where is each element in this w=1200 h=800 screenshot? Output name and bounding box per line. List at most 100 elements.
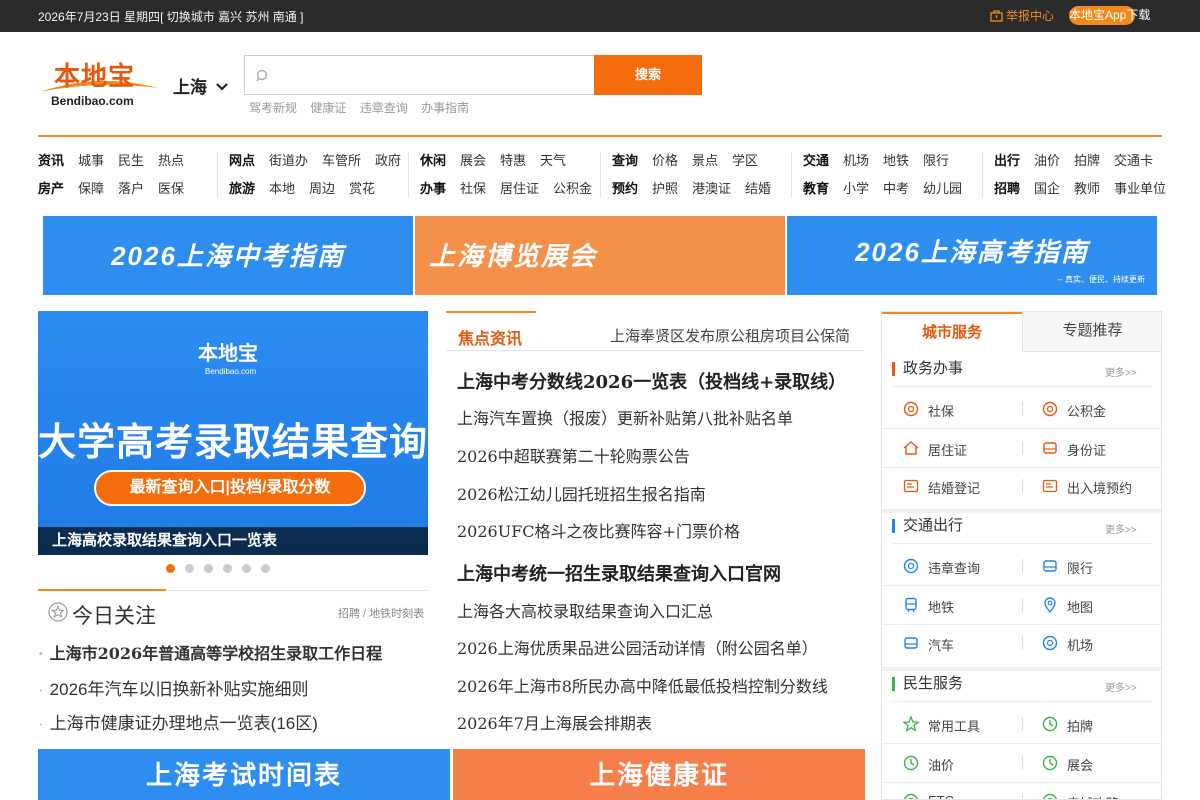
carousel-dot[interactable]: [223, 564, 232, 573]
nav-link[interactable]: 热点: [158, 153, 184, 168]
hot-word-link[interactable]: 违章查询: [360, 101, 408, 115]
search-button[interactable]: 搜索: [594, 55, 702, 95]
nav-link[interactable]: 赏花: [349, 181, 375, 196]
banner-exam-schedule[interactable]: 上海考试时间表: [38, 749, 450, 800]
nav-link[interactable]: 医保: [158, 181, 184, 196]
nav-link[interactable]: 幼儿园: [923, 181, 962, 196]
service-item[interactable]: 违章查询: [902, 557, 1022, 576]
today-more-links[interactable]: 招聘 / 地铁时刻表: [338, 605, 424, 621]
nav-link[interactable]: 展会: [460, 153, 486, 168]
news-item-link[interactable]: 2026年上海市8所民办高中降低最低投档控制分数线: [457, 673, 828, 697]
nav-category-label[interactable]: 房产: [38, 181, 64, 196]
nav-link[interactable]: 周边: [309, 181, 335, 196]
nav-link[interactable]: 交通卡: [1114, 153, 1153, 168]
news-item-link[interactable]: 2026上海优质果品进公园活动详情（附公园名单）: [457, 635, 818, 659]
nav-link[interactable]: 油价: [1034, 153, 1060, 168]
focus-marquee-headline[interactable]: 上海奉贤区发布原公租房项目公保简: [610, 325, 850, 346]
tab-focus-news[interactable]: 焦点资讯: [446, 311, 536, 351]
service-item[interactable]: 公积金: [1041, 400, 1161, 419]
banner-zhongkao-guide[interactable]: 2026上海中考指南: [43, 216, 413, 295]
carousel-caption[interactable]: 上海高校录取结果查询入口一览表: [38, 527, 428, 555]
service-item[interactable]: 结婚登记: [902, 477, 1022, 496]
service-item[interactable]: 展会: [1041, 754, 1161, 773]
today-item-link[interactable]: 上海市2026年普通高等学校招生录取工作日程: [38, 640, 383, 664]
service-item[interactable]: 电城攻略: [1041, 792, 1161, 799]
news-item-link[interactable]: 2026年7月上海展会排期表: [457, 710, 652, 734]
nav-link[interactable]: 民生: [118, 153, 144, 168]
service-item[interactable]: 社保: [902, 400, 1022, 419]
nav-category-label[interactable]: 预约: [612, 181, 638, 196]
tab-city-services[interactable]: 城市服务: [882, 312, 1022, 352]
nav-link[interactable]: 落户: [118, 181, 144, 196]
search-input[interactable]: [275, 64, 575, 86]
service-item[interactable]: 居住证: [902, 439, 1022, 458]
service-item[interactable]: 机场: [1041, 634, 1161, 653]
nav-link[interactable]: 事业单位: [1114, 181, 1166, 196]
service-section-more-link[interactable]: 更多>>: [1105, 364, 1137, 379]
nav-link[interactable]: 景点: [692, 153, 718, 168]
nav-category-label[interactable]: 招聘: [994, 181, 1020, 196]
nav-link[interactable]: 社保: [460, 181, 486, 196]
nav-link[interactable]: 限行: [923, 153, 949, 168]
service-item[interactable]: 油价: [902, 754, 1022, 773]
news-headline-link[interactable]: 上海中考统一招生录取结果查询入口官网: [457, 560, 781, 586]
hot-word-link[interactable]: 健康证: [310, 101, 346, 115]
nav-link[interactable]: 学区: [732, 153, 758, 168]
tab-featured-topics[interactable]: 专题推荐: [1022, 312, 1161, 352]
carousel-cta-pill[interactable]: 最新查询入口|投档/录取分数: [94, 470, 366, 506]
nav-category-label[interactable]: 出行: [994, 153, 1020, 168]
news-item-link[interactable]: 2026中超联赛第二十轮购票公告: [457, 443, 690, 467]
service-section-more-link[interactable]: 更多>>: [1105, 679, 1137, 694]
app-download-button[interactable]: 本地宝App下载: [1069, 6, 1150, 25]
carousel-dot[interactable]: [204, 564, 213, 573]
nav-link[interactable]: 国企: [1034, 181, 1060, 196]
hot-word-link[interactable]: 办事指南: [421, 101, 469, 115]
carousel-dot[interactable]: [261, 564, 270, 573]
banner-health-cert[interactable]: 上海健康证: [453, 749, 865, 800]
carousel-dot[interactable]: [242, 564, 251, 573]
nav-link[interactable]: 特惠: [500, 153, 526, 168]
nav-category-label[interactable]: 旅游: [229, 181, 255, 196]
service-item[interactable]: ETC: [902, 792, 1022, 799]
news-headline-link[interactable]: 上海中考分数线2026一览表（投档线+录取线）: [457, 368, 846, 394]
service-item[interactable]: 出入境预约: [1041, 477, 1161, 496]
nav-category-label[interactable]: 查询: [612, 153, 638, 168]
service-section-more-link[interactable]: 更多>>: [1105, 521, 1137, 536]
service-item[interactable]: 拍牌: [1041, 715, 1161, 734]
nav-link[interactable]: 公积金: [553, 181, 592, 196]
nav-link[interactable]: 价格: [652, 153, 678, 168]
nav-link[interactable]: 护照: [652, 181, 678, 196]
banner-expo[interactable]: 上海博览展会: [415, 216, 785, 295]
nav-link[interactable]: 城事: [78, 153, 104, 168]
service-item[interactable]: 地铁: [902, 596, 1022, 615]
nav-category-label[interactable]: 办事: [420, 181, 446, 196]
nav-link[interactable]: 天气: [540, 153, 566, 168]
nav-link[interactable]: 中考: [883, 181, 909, 196]
nav-link[interactable]: 小学: [843, 181, 869, 196]
nav-link[interactable]: 结婚: [745, 181, 771, 196]
nav-category-label[interactable]: 交通: [803, 153, 829, 168]
nav-link[interactable]: 居住证: [500, 181, 539, 196]
news-item-link[interactable]: 2026UFC格斗之夜比赛阵容+门票价格: [457, 518, 740, 542]
report-center-link[interactable]: 举报中心: [990, 7, 1054, 24]
nav-link[interactable]: 机场: [843, 153, 869, 168]
city-selector[interactable]: 上海: [173, 73, 228, 98]
nav-link[interactable]: 街道办: [269, 153, 308, 168]
site-logo[interactable]: 本地宝 Bendibao.com: [38, 56, 160, 108]
nav-category-label[interactable]: 休闲: [420, 153, 446, 168]
carousel-dot[interactable]: [166, 564, 175, 573]
carousel-dot[interactable]: [185, 564, 194, 573]
hero-carousel[interactable]: 本地宝 Bendibao.com 大学高考录取结果查询 最新查询入口|投档/录取…: [38, 311, 428, 555]
switch-city-label[interactable]: [ 切换城市: [160, 10, 215, 24]
city-link-suzhou[interactable]: 苏州: [245, 10, 269, 24]
nav-link[interactable]: 本地: [269, 181, 295, 196]
nav-category-label[interactable]: 资讯: [38, 153, 64, 168]
today-item-link[interactable]: 上海市健康证办理地点一览表(16区): [38, 709, 318, 734]
news-item-link[interactable]: 上海各大高校录取结果查询入口汇总: [457, 598, 713, 622]
hot-word-link[interactable]: 驾考新规: [249, 101, 297, 115]
service-item[interactable]: 身份证: [1041, 439, 1161, 458]
news-item-link[interactable]: 上海汽车置换（报废）更新补贴第八批补贴名单: [457, 405, 793, 429]
nav-link[interactable]: 政府: [375, 153, 401, 168]
service-item[interactable]: 汽车: [902, 634, 1022, 653]
today-item-link[interactable]: 2026年汽车以旧换新补贴实施细则: [38, 675, 309, 700]
